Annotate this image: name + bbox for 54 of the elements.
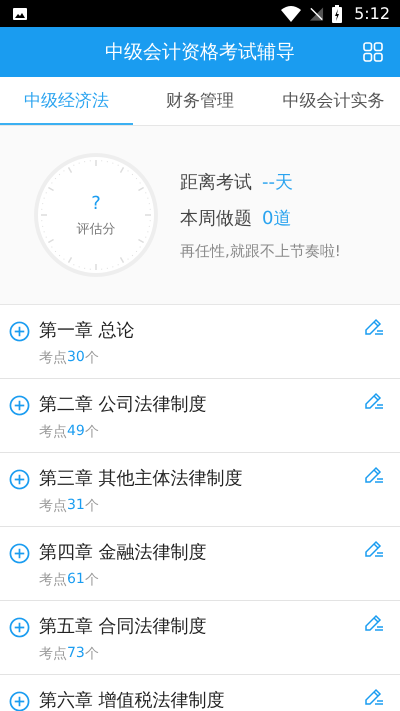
chapter-item[interactable]: 第一章 总论 考点30个 [0, 305, 400, 379]
status-time: 5:12 [354, 4, 390, 23]
points-label: 考点 [39, 571, 67, 589]
points-count: 31 [67, 497, 85, 515]
practice-label: 本周做题 [180, 206, 252, 230]
pencil-icon[interactable] [364, 465, 384, 485]
chapter-item[interactable]: 第五章 合同法律制度 考点73个 [0, 601, 400, 675]
plus-circle-icon[interactable] [9, 321, 30, 342]
slogan-text: 再任性,就跟不上节奏啦! [180, 242, 341, 260]
pencil-icon[interactable] [364, 613, 384, 633]
no-signal-icon [309, 6, 324, 22]
pencil-icon[interactable] [364, 317, 384, 337]
wifi-icon [281, 6, 302, 22]
chapter-title: 第五章 合同法律制度 [39, 615, 208, 638]
chapter-title: 第六章 增值税法律制度 [39, 689, 226, 711]
points-unit: 个 [84, 571, 99, 589]
points-unit: 个 [84, 497, 99, 515]
exam-days-value: --天 [262, 170, 293, 194]
points-count: 61 [67, 571, 85, 589]
chapter-item[interactable]: 第三章 其他主体法律制度 考点31个 [0, 453, 400, 527]
score-value: ? [91, 192, 101, 214]
image-icon [12, 6, 28, 22]
header-title: 中级会计资格考试辅导 [105, 40, 295, 65]
points-label: 考点 [39, 645, 67, 663]
pencil-icon[interactable] [364, 539, 384, 559]
plus-circle-icon[interactable] [9, 395, 30, 416]
grid-icon[interactable] [363, 42, 383, 62]
chapter-title: 第三章 其他主体法律制度 [39, 467, 244, 490]
score-label: 评估分 [76, 220, 116, 238]
points-unit: 个 [84, 349, 99, 367]
battery-icon [332, 4, 342, 22]
points-label: 考点 [39, 423, 67, 441]
tab[interactable]: 中级会计实务 [266, 77, 400, 125]
chapter-title: 第二章 公司法律制度 [39, 393, 208, 416]
chapter-title: 第一章 总论 [39, 319, 136, 342]
pencil-icon[interactable] [364, 687, 384, 707]
chapter-item[interactable]: 第二章 公司法律制度 考点49个 [0, 379, 400, 453]
tab[interactable]: 财务管理 [133, 77, 267, 125]
points-label: 考点 [39, 349, 67, 367]
pencil-icon[interactable] [364, 391, 384, 411]
points-unit: 个 [84, 423, 99, 441]
points-count: 49 [67, 423, 85, 441]
chapter-item[interactable]: 第六章 增值税法律制度 [0, 675, 400, 711]
practice-count-value: 0道 [262, 206, 292, 230]
chapter-item[interactable]: 第四章 金融法律制度 考点61个 [0, 527, 400, 601]
points-count: 73 [67, 645, 85, 663]
plus-circle-icon[interactable] [9, 543, 30, 564]
plus-circle-icon[interactable] [9, 617, 30, 638]
points-count: 30 [67, 349, 85, 367]
chapter-title: 第四章 金融法律制度 [39, 541, 208, 564]
points-unit: 个 [84, 645, 99, 663]
exam-label: 距离考试 [180, 170, 252, 194]
plus-circle-icon[interactable] [9, 469, 30, 490]
points-label: 考点 [39, 497, 67, 515]
